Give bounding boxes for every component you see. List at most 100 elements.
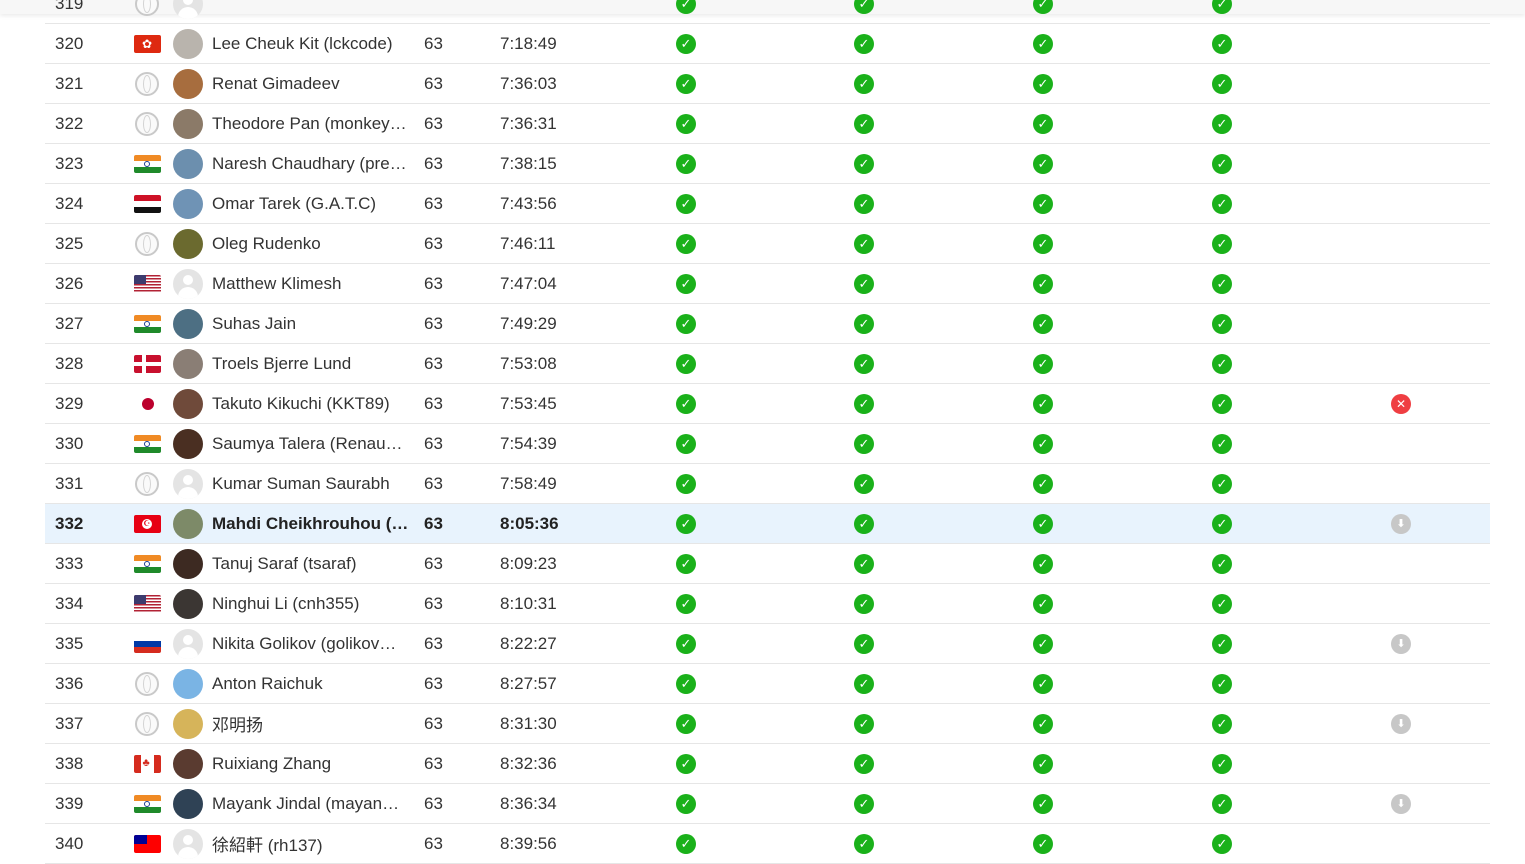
participant-name[interactable]: Takuto Kikuchi (KKT89) (212, 384, 412, 423)
problem-4-status[interactable]: ✓ (1210, 0, 1234, 23)
problem-3-status[interactable]: ✓ (1031, 24, 1055, 63)
problem-5-status[interactable]: ⬇ (1389, 624, 1413, 663)
problem-1-status[interactable]: ✓ (674, 24, 698, 63)
problem-2-status[interactable]: ✓ (852, 104, 876, 143)
avatar[interactable] (173, 264, 203, 303)
avatar[interactable] (173, 424, 203, 463)
avatar[interactable] (173, 784, 203, 823)
problem-4-status[interactable]: ✓ (1210, 744, 1234, 783)
problem-3-status[interactable]: ✓ (1031, 584, 1055, 623)
problem-1-status[interactable]: ✓ (674, 224, 698, 263)
problem-3-status[interactable]: ✓ (1031, 424, 1055, 463)
participant-name[interactable] (212, 0, 412, 23)
problem-2-status[interactable]: ✓ (852, 584, 876, 623)
problem-3-status[interactable]: ✓ (1031, 264, 1055, 303)
avatar[interactable] (173, 824, 203, 863)
avatar[interactable] (173, 544, 203, 583)
problem-2-status[interactable]: ✓ (852, 624, 876, 663)
participant-name[interactable]: Saumya Talera (Renau… (212, 424, 412, 463)
avatar[interactable] (173, 704, 203, 743)
problem-2-status[interactable]: ✓ (852, 784, 876, 823)
problem-2-status[interactable]: ✓ (852, 424, 876, 463)
avatar[interactable] (173, 0, 203, 23)
participant-name[interactable]: Renat Gimadeev (212, 64, 412, 103)
problem-5-status[interactable]: ⬇ (1389, 504, 1413, 543)
problem-4-status[interactable]: ✓ (1210, 704, 1234, 743)
problem-4-status[interactable]: ✓ (1210, 64, 1234, 103)
participant-name[interactable]: Omar Tarek (G.A.T.C) (212, 184, 412, 223)
avatar[interactable] (173, 664, 203, 703)
problem-2-status[interactable]: ✓ (852, 744, 876, 783)
problem-2-status[interactable]: ✓ (852, 344, 876, 383)
avatar[interactable] (173, 344, 203, 383)
problem-3-status[interactable]: ✓ (1031, 664, 1055, 703)
avatar[interactable] (173, 104, 203, 143)
problem-4-status[interactable]: ✓ (1210, 544, 1234, 583)
problem-1-status[interactable]: ✓ (674, 824, 698, 863)
participant-name[interactable]: Kumar Suman Saurabh (212, 464, 412, 503)
problem-4-status[interactable]: ✓ (1210, 224, 1234, 263)
avatar[interactable] (173, 384, 203, 423)
problem-3-status[interactable]: ✓ (1031, 824, 1055, 863)
problem-4-status[interactable]: ✓ (1210, 184, 1234, 223)
problem-3-status[interactable]: ✓ (1031, 64, 1055, 103)
avatar[interactable] (173, 144, 203, 183)
problem-3-status[interactable]: ✓ (1031, 384, 1055, 423)
problem-4-status[interactable]: ✓ (1210, 384, 1234, 423)
problem-1-status[interactable]: ✓ (674, 64, 698, 103)
problem-1-status[interactable]: ✓ (674, 664, 698, 703)
problem-2-status[interactable]: ✓ (852, 184, 876, 223)
problem-3-status[interactable]: ✓ (1031, 224, 1055, 263)
problem-1-status[interactable]: ✓ (674, 184, 698, 223)
problem-1-status[interactable]: ✓ (674, 424, 698, 463)
problem-4-status[interactable]: ✓ (1210, 664, 1234, 703)
problem-2-status[interactable]: ✓ (852, 64, 876, 103)
problem-1-status[interactable]: ✓ (674, 464, 698, 503)
participant-name[interactable]: Naresh Chaudhary (pre… (212, 144, 412, 183)
problem-4-status[interactable]: ✓ (1210, 144, 1234, 183)
problem-2-status[interactable]: ✓ (852, 304, 876, 343)
participant-name[interactable]: 徐紹軒 (rh137) (212, 824, 412, 863)
participant-name[interactable]: 邓明扬 (212, 704, 412, 743)
avatar[interactable] (173, 24, 203, 63)
problem-4-status[interactable]: ✓ (1210, 344, 1234, 383)
problem-2-status[interactable]: ✓ (852, 504, 876, 543)
problem-2-status[interactable]: ✓ (852, 664, 876, 703)
problem-2-status[interactable]: ✓ (852, 704, 876, 743)
problem-3-status[interactable]: ✓ (1031, 144, 1055, 183)
problem-1-status[interactable]: ✓ (674, 624, 698, 663)
problem-2-status[interactable]: ✓ (852, 384, 876, 423)
problem-4-status[interactable]: ✓ (1210, 424, 1234, 463)
problem-2-status[interactable]: ✓ (852, 464, 876, 503)
problem-4-status[interactable]: ✓ (1210, 624, 1234, 663)
problem-3-status[interactable]: ✓ (1031, 624, 1055, 663)
problem-4-status[interactable]: ✓ (1210, 104, 1234, 143)
problem-3-status[interactable]: ✓ (1031, 464, 1055, 503)
participant-name[interactable]: Mayank Jindal (mayan… (212, 784, 412, 823)
avatar[interactable] (173, 304, 203, 343)
problem-3-status[interactable]: ✓ (1031, 304, 1055, 343)
problem-2-status[interactable]: ✓ (852, 544, 876, 583)
problem-2-status[interactable]: ✓ (852, 224, 876, 263)
avatar[interactable] (173, 224, 203, 263)
avatar[interactable] (173, 624, 203, 663)
problem-1-status[interactable]: ✓ (674, 704, 698, 743)
participant-name[interactable]: Nikita Golikov (golikov… (212, 624, 412, 663)
avatar[interactable] (173, 184, 203, 223)
participant-name[interactable]: Lee Cheuk Kit (lckcode) (212, 24, 412, 63)
problem-4-status[interactable]: ✓ (1210, 784, 1234, 823)
participant-name[interactable]: Oleg Rudenko (212, 224, 412, 263)
problem-2-status[interactable]: ✓ (852, 264, 876, 303)
problem-3-status[interactable]: ✓ (1031, 784, 1055, 823)
avatar[interactable] (173, 64, 203, 103)
problem-4-status[interactable]: ✓ (1210, 464, 1234, 503)
problem-5-status[interactable]: ✕ (1389, 384, 1413, 423)
participant-name[interactable]: Ruixiang Zhang (212, 744, 412, 783)
problem-3-status[interactable]: ✓ (1031, 0, 1055, 23)
problem-5-status[interactable]: ⬇ (1389, 704, 1413, 743)
participant-name[interactable]: Troels Bjerre Lund (212, 344, 412, 383)
problem-2-status[interactable]: ✓ (852, 824, 876, 863)
problem-1-status[interactable]: ✓ (674, 744, 698, 783)
problem-3-status[interactable]: ✓ (1031, 544, 1055, 583)
problem-4-status[interactable]: ✓ (1210, 304, 1234, 343)
